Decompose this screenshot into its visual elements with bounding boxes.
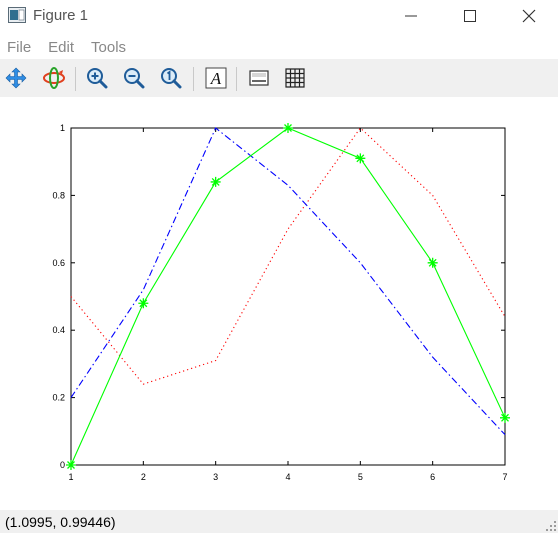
rotate-icon <box>43 67 65 89</box>
zoom-reset-button[interactable] <box>158 65 184 91</box>
y-tick-label: 0 <box>60 460 65 470</box>
pan-icon <box>5 67 27 89</box>
zoom-out-button[interactable] <box>121 65 147 91</box>
y-tick-label: 0.8 <box>52 190 65 200</box>
text-button[interactable]: A <box>203 65 229 91</box>
legend-icon <box>249 70 269 86</box>
y-tick-label: 0.6 <box>52 258 65 268</box>
toolbar: A <box>0 59 558 97</box>
figure-icon <box>8 7 26 23</box>
zoom-out-icon <box>124 68 145 89</box>
text-icon: A <box>205 67 227 89</box>
menu-bar: File Edit Tools <box>0 36 558 58</box>
pan-button[interactable] <box>3 65 29 91</box>
zoom-reset-icon <box>161 68 182 89</box>
title-bar: Figure 1 <box>0 0 558 32</box>
y-tick-label: 0.2 <box>52 393 65 403</box>
menu-tools[interactable]: Tools <box>91 39 126 56</box>
data-point-marker <box>210 176 221 187</box>
rotate-button[interactable] <box>41 65 67 91</box>
zoom-in-button[interactable] <box>84 65 110 91</box>
svg-text:A: A <box>210 69 222 88</box>
x-tick-label: 6 <box>430 472 435 482</box>
grid-icon <box>285 68 305 88</box>
legend-button[interactable] <box>246 65 272 91</box>
x-tick-label: 4 <box>285 472 290 482</box>
close-button[interactable] <box>506 0 552 32</box>
x-tick-label: 2 <box>141 472 146 482</box>
data-point-marker <box>500 412 510 423</box>
figure-canvas[interactable]: 1 2 3 4 5 6 7 0 0.2 0.4 0.6 0.8 1 <box>0 97 558 510</box>
close-icon <box>522 9 536 23</box>
grid-button[interactable] <box>282 65 308 91</box>
window-title: Figure 1 <box>33 7 89 24</box>
cursor-coordinates: (1.0995, 0.99446) <box>5 514 116 530</box>
data-point-marker <box>66 460 76 470</box>
x-tick-label: 5 <box>358 472 363 482</box>
toolbar-separator <box>236 67 237 91</box>
toolbar-separator <box>75 67 76 91</box>
y-tick-label: 1 <box>60 123 65 133</box>
minimize-icon <box>405 15 417 17</box>
maximize-icon <box>464 10 476 22</box>
y-tick-label: 0.4 <box>52 325 65 335</box>
minimize-button[interactable] <box>388 0 434 32</box>
x-tick-label: 3 <box>213 472 218 482</box>
menu-edit[interactable]: Edit <box>48 39 74 56</box>
data-point-marker <box>283 123 293 133</box>
axes-box <box>70 127 506 466</box>
resize-grip-icon[interactable] <box>546 521 556 531</box>
toolbar-separator <box>193 67 194 91</box>
menu-file[interactable]: File <box>7 39 31 56</box>
zoom-in-icon <box>87 68 108 89</box>
x-tick-label: 1 <box>68 472 73 482</box>
maximize-button[interactable] <box>447 0 493 32</box>
status-bar: (1.0995, 0.99446) <box>0 510 558 533</box>
x-tick-label: 7 <box>502 472 507 482</box>
data-point-marker <box>355 153 366 164</box>
plot-area: 1 2 3 4 5 6 7 0 0.2 0.4 0.6 0.8 1 <box>52 123 510 482</box>
